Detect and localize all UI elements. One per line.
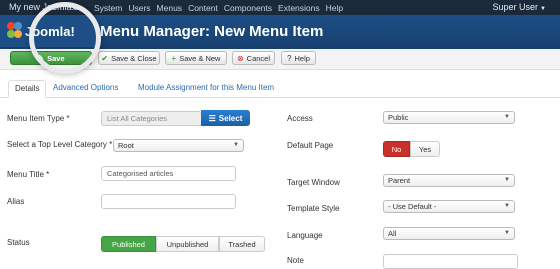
- menu-item-type-field: List All Categories: [101, 111, 202, 126]
- save-icon: ✎: [37, 53, 45, 63]
- tab-module-assignment[interactable]: Module Assignment for this Menu Item: [138, 83, 274, 92]
- menu-menus[interactable]: Menus: [157, 3, 183, 13]
- list-icon: ☰: [208, 113, 216, 123]
- menu-help[interactable]: Help: [326, 3, 343, 13]
- plus-icon: +: [171, 53, 177, 63]
- status-toggle: Published Unpublished Trashed: [101, 236, 265, 252]
- access-select[interactable]: Public ▼: [383, 111, 515, 124]
- menu-components[interactable]: Components: [224, 3, 272, 13]
- menu-users[interactable]: Users: [128, 3, 150, 13]
- note-input[interactable]: [383, 254, 518, 269]
- select-type-button[interactable]: ☰ Select: [201, 110, 250, 126]
- menu-system[interactable]: System: [94, 3, 122, 13]
- top-level-category-value: Root: [118, 141, 134, 150]
- top-menu-bar: My new Joomla... ⧉ System Users Menus Co…: [0, 0, 560, 15]
- cancel-icon: ⊗: [236, 53, 244, 63]
- page-title: Menu Manager: New Menu Item: [100, 23, 324, 40]
- menu-item-type-label: Menu Item Type *: [7, 114, 70, 123]
- status-published[interactable]: Published: [101, 236, 156, 252]
- target-window-value: Parent: [388, 176, 411, 185]
- language-label: Language: [287, 231, 323, 240]
- save-button[interactable]: ✎ Save: [10, 51, 92, 65]
- save-close-button[interactable]: ✔ Save & Close: [98, 51, 160, 65]
- select-label: Select: [218, 113, 243, 123]
- site-name-link[interactable]: My new Joomla...: [9, 2, 79, 12]
- chevron-down-icon: ▼: [233, 142, 239, 148]
- chevron-down-icon: ▼: [504, 230, 510, 236]
- top-level-category-label: Select a Top Level Category *: [7, 140, 113, 149]
- help-label: Help: [294, 53, 310, 63]
- tab-details[interactable]: Details: [8, 80, 47, 98]
- tab-advanced-options[interactable]: Advanced Options: [53, 83, 118, 92]
- access-label: Access: [287, 114, 313, 123]
- template-style-value: - Use Default -: [388, 202, 437, 211]
- save-new-label: Save & New: [179, 53, 221, 63]
- access-value: Public: [388, 113, 409, 122]
- chevron-down-icon: ▼: [504, 177, 510, 183]
- template-style-label: Template Style: [287, 204, 340, 213]
- status-unpublished[interactable]: Unpublished: [156, 236, 219, 252]
- target-window-label: Target Window: [287, 178, 340, 187]
- save-new-button[interactable]: + Save & New: [165, 51, 227, 65]
- question-icon: ?: [287, 53, 292, 63]
- note-label: Note: [287, 256, 304, 265]
- language-select[interactable]: All ▼: [383, 227, 515, 240]
- default-page-yes[interactable]: Yes: [410, 141, 440, 157]
- chevron-down-icon: ▼: [504, 114, 510, 120]
- cancel-label: Cancel: [246, 53, 271, 63]
- menu-title-input[interactable]: Categorised articles: [101, 166, 236, 181]
- menu-extensions[interactable]: Extensions: [278, 3, 320, 13]
- joomla-logo: Joomla!: [0, 17, 98, 47]
- menu-content[interactable]: Content: [188, 3, 218, 13]
- check-icon: ✔: [101, 53, 109, 63]
- default-page-label: Default Page: [287, 141, 334, 150]
- help-button[interactable]: ? Help: [281, 51, 316, 65]
- user-menu[interactable]: Super User ▼: [493, 2, 546, 12]
- template-style-select[interactable]: - Use Default - ▼: [383, 200, 515, 213]
- status-trashed[interactable]: Trashed: [219, 236, 265, 252]
- alias-label: Alias: [7, 197, 25, 206]
- toolbar: ✎ Save ✔ Save & Close + Save & New ⊗ Cancel …: [0, 49, 560, 70]
- language-value: All: [388, 229, 397, 238]
- user-name: Super User: [492, 2, 539, 12]
- target-window-select[interactable]: Parent ▼: [383, 174, 515, 187]
- main-menu: System Users Menus Content Components Ex…: [94, 3, 343, 13]
- default-page-toggle: No Yes: [383, 141, 440, 157]
- alias-input[interactable]: [101, 194, 236, 209]
- chevron-down-icon: ▼: [504, 203, 510, 209]
- chevron-down-icon: ▼: [540, 6, 546, 12]
- external-link-icon[interactable]: ⧉: [73, 3, 79, 13]
- tab-bar: Details Advanced Options Module Assignme…: [0, 80, 560, 98]
- cancel-button[interactable]: ⊗ Cancel: [232, 51, 275, 65]
- top-level-category-select[interactable]: Root ▼: [113, 139, 244, 152]
- save-label: Save: [47, 53, 65, 63]
- status-label: Status: [7, 238, 30, 247]
- menu-title-label: Menu Title *: [7, 170, 50, 179]
- logo-text: Joomla!: [25, 24, 75, 39]
- default-page-no[interactable]: No: [383, 141, 410, 157]
- save-close-label: Save & Close: [111, 53, 157, 63]
